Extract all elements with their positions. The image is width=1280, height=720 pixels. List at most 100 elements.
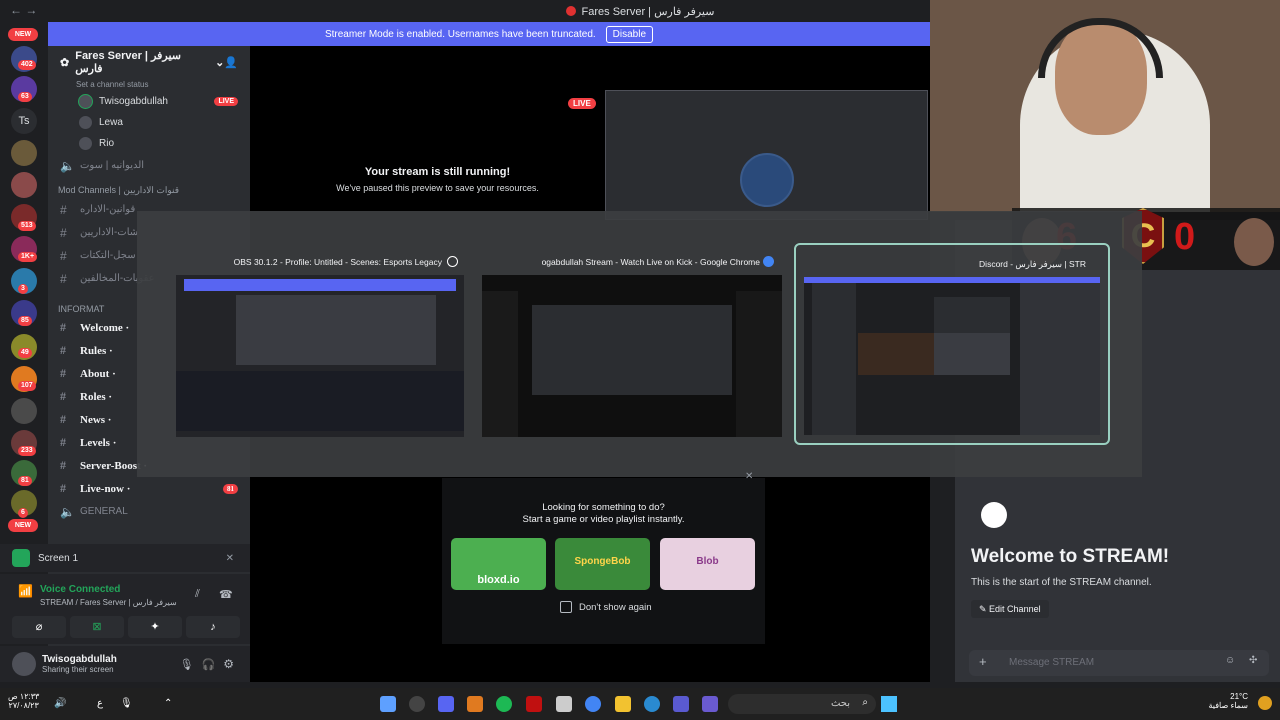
close-screen-icon[interactable]: ✕	[226, 553, 234, 564]
channel-live-now[interactable]: # Live-now · 81	[48, 477, 250, 500]
signal-icon: 📶	[18, 584, 33, 598]
message-placeholder: Message STREAM	[1009, 657, 1095, 668]
soundboard-button[interactable]: ♪	[186, 616, 240, 638]
dont-show-checkbox[interactable]	[560, 601, 572, 613]
hash-icon: #	[60, 366, 66, 380]
speaker-icon: 🔈	[60, 504, 75, 519]
headset-icon	[1038, 18, 1163, 78]
paused-subtitle: We've paused this preview to save your r…	[336, 183, 539, 193]
store-icon[interactable]	[556, 696, 572, 712]
voice-channel[interactable]: 🔈 الديوانيه | سوت	[48, 154, 250, 177]
server-icon[interactable]	[11, 172, 37, 198]
window-obs[interactable]: OBS 30.1.2 - Profile: Untitled - Scenes:…	[176, 249, 464, 441]
game-tile-spongebob[interactable]: SpongeBob	[555, 538, 650, 590]
chevron-up-icon[interactable]: ⌃	[164, 698, 172, 709]
weather-widget[interactable]: 21°C سماء صافية	[1206, 692, 1248, 710]
activities-button[interactable]: ✦	[128, 616, 182, 638]
stop-streaming-button[interactable]: ⊠	[70, 616, 124, 638]
game-tile-bloxd[interactable]: bloxd.io	[451, 538, 546, 590]
app-icon[interactable]	[467, 696, 483, 712]
voice-user[interactable]: Twisogabdullah LIVE	[48, 91, 250, 112]
window-chrome[interactable]: ogabdullah Stream - Watch Live on Kick -…	[482, 249, 782, 441]
new-badge: NEW	[8, 28, 38, 41]
server-header[interactable]: ✿ Fares Server | سيرفر فارس ⌄ 👤	[48, 46, 250, 78]
thumb-tile	[934, 297, 1010, 333]
edge-icon[interactable]	[644, 696, 660, 712]
unread-badge: 85	[18, 316, 32, 326]
user-panel: Twisogabdullah Sharing their screen 🎙 🎧 …	[0, 646, 250, 682]
screen: ← → Fares Server | سيرفر فارس NEW 402 63…	[0, 0, 1280, 720]
microphone-icon[interactable]: 🎙	[180, 658, 194, 671]
taskbar: ١٢:٣٣ ص ٢٧/٠٨/٢٣ 🔊 ع 🎙 ⌃ بحث ⌕ 21°C سماء…	[0, 688, 1280, 720]
game-tile-blob[interactable]: Blob	[660, 538, 755, 590]
noise-suppression-icon[interactable]: ⫽	[195, 588, 200, 601]
voice-user-name: Twisogabdullah	[99, 96, 168, 107]
unread-badge: 81	[18, 476, 32, 486]
avatar	[78, 94, 93, 109]
obs-icon	[447, 256, 458, 267]
taskbar-search[interactable]: بحث ⌕	[728, 694, 876, 714]
voice-channel-label[interactable]: STREAM / Fares Server | سيرفر فارس	[40, 598, 177, 607]
disable-button[interactable]: Disable	[605, 25, 654, 43]
plus-icon[interactable]: +	[979, 654, 987, 669]
hash-icon: #	[60, 225, 67, 240]
invite-icon[interactable]: 👤	[224, 56, 238, 69]
server-name: Fares Server | سيرفر فارس	[75, 50, 182, 75]
app-icon[interactable]	[526, 696, 542, 712]
server-icon-ts[interactable]: Ts	[11, 108, 37, 134]
mic-icon[interactable]: 🎙	[120, 698, 133, 709]
stream-tile[interactable]	[605, 90, 928, 220]
spotify-icon[interactable]	[496, 696, 512, 712]
server-boost-icon: ✿	[60, 56, 70, 69]
category-mod[interactable]: Mod Channels | قنوات الاداريين	[48, 177, 250, 198]
pencil-icon: ✎	[979, 604, 990, 614]
unread-badge: 49	[18, 348, 32, 358]
channel-status[interactable]: Set a channel status	[48, 78, 250, 91]
teams-icon[interactable]	[673, 696, 689, 712]
close-icon[interactable]: ✕	[745, 471, 753, 482]
voice-user[interactable]: Rio	[48, 133, 250, 154]
back-forward-icons[interactable]: ← →	[10, 3, 37, 17]
window-discord[interactable]: Discord - سيرفر فارس | STR	[794, 243, 1110, 445]
voice-connected-panel: 📶 Voice Connected STREAM / Fares Server …	[0, 574, 250, 644]
camera-off-button[interactable]: ⌀	[12, 616, 66, 638]
stage-live-badge: LIVE	[568, 93, 596, 111]
thumb-tile	[934, 333, 1010, 375]
thumb-banner	[184, 279, 456, 291]
streamer-mode-banner: Streamer Mode is enabled. Usernames have…	[48, 22, 930, 46]
server-icon[interactable]	[11, 140, 37, 166]
edit-channel-button[interactable]: ✎ Edit Channel	[971, 600, 1049, 618]
message-input[interactable]: + Message STREAM ☺ ✣	[969, 650, 1269, 676]
file-explorer-icon[interactable]	[615, 696, 631, 712]
activity-picker: Looking for something to do? Start a gam…	[442, 478, 765, 644]
apps-icon[interactable]: ✣	[1249, 655, 1257, 666]
gear-icon[interactable]: ⚙	[223, 657, 234, 671]
chrome-taskbar-icon[interactable]	[585, 696, 601, 712]
window-thumbnail-chrome	[482, 275, 782, 437]
banner-text: Streamer Mode is enabled. Usernames have…	[324, 28, 596, 40]
voice-channel-general[interactable]: 🔈 GENERAL	[48, 500, 250, 523]
headphones-icon[interactable]: 🎧	[202, 658, 216, 671]
activity-subtitle: Start a game or video playlist instantly…	[522, 514, 685, 525]
windows-start-icon[interactable]	[881, 696, 897, 712]
unread-badge: 513	[18, 221, 36, 231]
server-icon[interactable]	[11, 398, 37, 424]
emoji-icon[interactable]: ☺	[1225, 655, 1235, 666]
language-indicator[interactable]: ع	[97, 698, 103, 709]
voice-user[interactable]: Lewa	[48, 112, 250, 133]
window-thumbnail-obs	[176, 275, 464, 437]
obs-taskbar-icon[interactable]	[409, 696, 425, 712]
thumb-tile	[858, 333, 934, 375]
discord-taskbar-icon[interactable]	[438, 696, 454, 712]
disconnect-icon[interactable]: ☎	[219, 588, 233, 601]
avatar[interactable]	[12, 652, 36, 676]
app-icon[interactable]	[380, 696, 396, 712]
clock[interactable]: ١٢:٣٣ ص ٢٧/٠٨/٢٣	[8, 692, 39, 710]
hash-icon: #	[60, 202, 67, 217]
volume-icon[interactable]: 🔊	[54, 698, 66, 709]
thumb-kick-chat	[736, 291, 782, 437]
app-icon[interactable]	[702, 696, 718, 712]
voice-user-name: Lewa	[99, 117, 123, 128]
dont-show-label: Don't show again	[579, 602, 652, 613]
hash-icon: #	[60, 389, 66, 403]
